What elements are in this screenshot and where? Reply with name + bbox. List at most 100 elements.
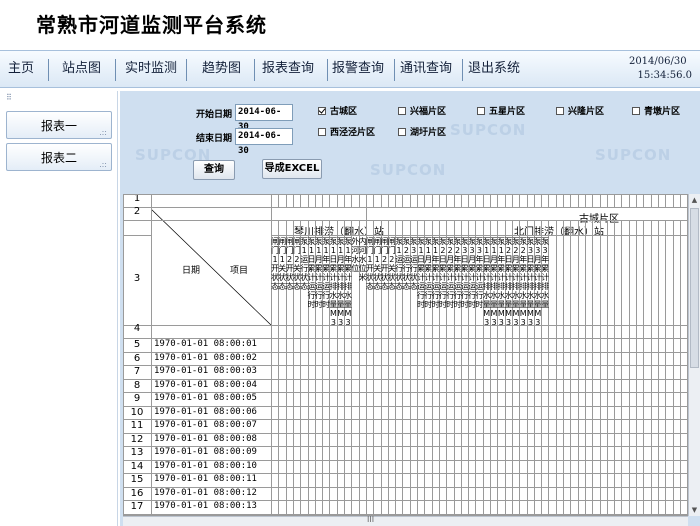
grid-line [380,195,382,207]
district-checkbox-xijing[interactable]: 西泾泾片区 [318,125,375,138]
resize-grip-icon: .:: [99,128,107,137]
grid-line [614,220,616,515]
row-number: 12 [130,433,144,445]
grid-line [577,220,579,515]
district-checkbox-xinglong[interactable]: 兴隆片区 [556,104,604,117]
grid-line [548,195,550,207]
table-row-date: 1970-01-01 08:00:08 [154,433,257,444]
district-checkbox-xingfu[interactable]: 兴福片区 [398,104,446,117]
scroll-down-arrow-icon[interactable]: ▼ [689,504,700,516]
grid-line [344,195,345,207]
grid-line [563,220,564,515]
grid-line [672,195,674,207]
row-number: 15 [130,474,144,485]
row-number: 2 [133,206,141,217]
grid-line [570,220,572,515]
nav-separator [115,59,116,81]
grid-line [577,195,579,207]
scroll-thumb[interactable] [690,208,699,368]
grid-line [621,220,623,515]
grid-line [468,195,470,207]
sidebar-item-label: 报表二 [40,151,77,165]
grid-line [271,195,272,207]
grid-line [657,220,659,515]
district-checkbox-gucheng[interactable]: 古城区 [318,104,357,117]
row-number: 1 [133,194,141,204]
grid-line [555,195,557,207]
grid-line [665,195,667,207]
nav-report-query[interactable]: 报表查询 [262,51,314,87]
grid-line [490,195,491,207]
column-header: 泵3年累计排水量 [541,237,550,309]
query-button[interactable]: 查询 [193,160,235,180]
sidebar: ⠿ 报表一 .:: 报表二 .:: [0,91,118,526]
sidebar-item-label: 报表一 [40,119,77,133]
table-row-date: 1970-01-01 08:00:01 [154,339,257,349]
nav-alarm-query[interactable]: 报警查询 [332,51,384,87]
grip-dots-icon: ⠿ [6,93,12,102]
grid-line [643,220,645,515]
checkbox-icon [398,128,406,136]
sidebar-item-report-1[interactable]: 报表一 .:: [6,111,112,139]
nav-exit-system[interactable]: 退出系统 [468,51,520,87]
grid-line [307,195,309,207]
grid-line [533,195,535,207]
grid-line [124,207,687,208]
grid-line [497,195,499,207]
grid-line [409,195,411,207]
grid-line [373,195,375,207]
grid-line [358,195,360,207]
grid-line [592,195,594,207]
nav-separator [186,59,187,81]
row-number: 13 [130,447,144,458]
row-number: 17 [130,501,144,512]
table-row-date: 1970-01-01 08:00:10 [154,460,257,471]
grid-line [460,195,462,207]
grid-line [300,195,302,207]
nav-station-map[interactable]: 站点图 [62,51,101,87]
district-checkbox-wuxing[interactable]: 五星片区 [477,104,525,117]
grid-line [387,195,389,207]
row-number: 6 [133,352,141,364]
nav-home[interactable]: 主页 [8,51,34,87]
grid-line [599,195,601,207]
row-number: 16 [130,487,144,499]
start-date-input[interactable]: 2014-06-30 [235,104,293,132]
grid-line [475,195,477,207]
grid-line [621,195,623,207]
sidebar-item-report-2[interactable]: 报表二 .:: [6,143,112,171]
watermark-logo: SUPCON [450,121,527,139]
end-date-input[interactable]: 2014-06-30 [235,128,293,156]
grid-line [563,195,564,207]
district-checkbox-qingdun[interactable]: 青墩片区 [632,104,680,117]
grid-line [446,195,448,207]
app-title: 常熟市河道监测平台系统 [36,13,267,37]
nav-realtime-monitor[interactable]: 实时监测 [125,51,177,87]
grid-line [285,195,287,207]
grid-line [665,220,667,515]
table-row-date: 1970-01-01 08:00:13 [154,501,257,511]
vertical-scrollbar[interactable]: ▲ ▼ [688,194,700,516]
grid-line [124,325,687,326]
current-date: 2014/06/30 [628,56,687,67]
table-row-date: 1970-01-01 08:00:06 [154,406,257,417]
grid-line [584,220,586,515]
nav-separator [327,59,328,81]
nav-trend-chart[interactable]: 趋势图 [202,51,241,87]
nav-comm-query[interactable]: 通讯查询 [400,51,452,87]
grid-line [606,220,608,515]
table-row-date: 1970-01-01 08:00:09 [154,447,257,457]
report-spreadsheet[interactable]: 古城片区 琴川排涝（翻水）站 北门排涝（翻水）站 日期 项目 1234闸门1开状… [123,194,688,516]
grid-line [526,195,528,207]
district-checkbox-huwei[interactable]: 湖圩片区 [398,125,446,138]
grid-line [679,220,681,515]
export-excel-button[interactable]: 导成EXCEL [262,159,322,179]
grid-line [424,195,426,207]
grid-line [614,195,616,207]
grid-line [636,195,637,207]
checkbox-icon [477,107,485,115]
grid-line [438,195,440,207]
grid-line [679,195,681,207]
scroll-up-arrow-icon[interactable]: ▲ [689,194,700,206]
horizontal-scrollbar[interactable]: III [123,515,688,526]
